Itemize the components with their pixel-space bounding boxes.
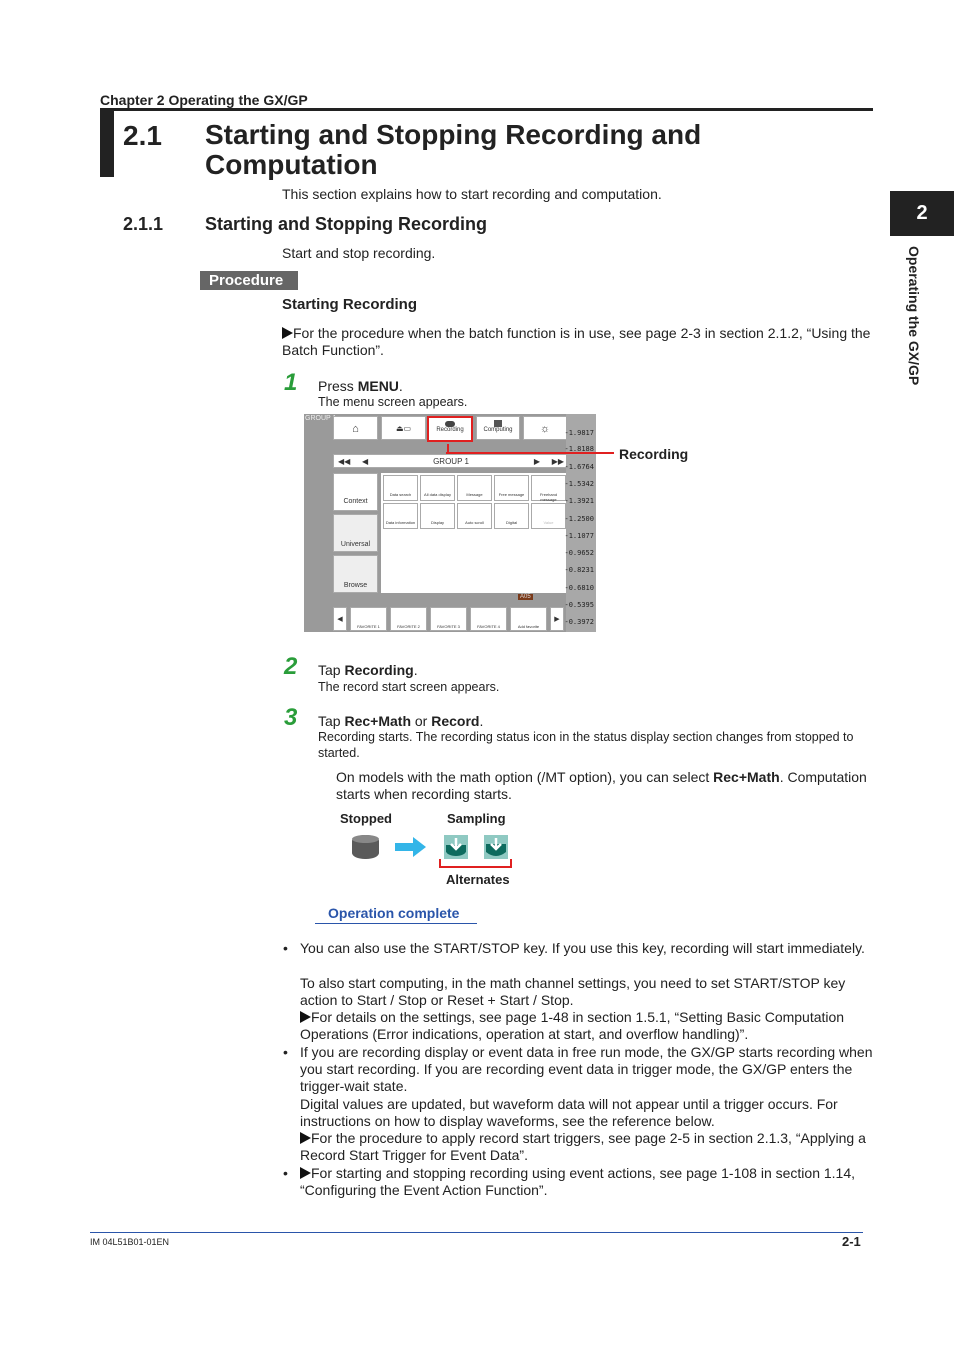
step-description: The menu screen appears. [318,395,468,409]
reference-arrow-icon [282,327,293,339]
subsection-number: 2.1.1 [123,214,164,234]
step-instruction: Tap Rec+Math or Record. [318,713,484,729]
callout-recording: Recording [619,446,689,462]
tab-universal[interactable]: Universal [333,514,378,552]
data-information-button[interactable]: Data information [383,503,418,529]
first-icon[interactable]: ◀◀ [338,455,350,468]
sampling-icon [444,835,468,859]
note-free-run: If you are recording display or event da… [300,1044,873,1094]
step-instruction: Tap Recording. [318,662,418,678]
tab-browse[interactable]: Browse [333,555,378,593]
arrow-right-icon [395,837,426,857]
all-data-display-button[interactable]: All data display [420,475,455,501]
alarm-badge: A05 [518,594,533,600]
footer-divider [90,1232,863,1233]
step-instruction: Press MENU. [318,378,403,394]
reference-arrow-icon [300,1167,311,1179]
procedure-heading: Starting Recording [282,296,418,313]
value-scale: -1.9817 -1.8188 -1.6764 -1.5342 -1.3921 … [564,414,596,632]
operation-complete: Operation complete [315,905,477,924]
step-description: The record start screen appears. [318,680,500,694]
freehand-message-button[interactable]: Freehand message [531,475,566,502]
section-title: Starting and Stopping Recording and Comp… [205,119,702,180]
fav-prev-icon[interactable]: ◀ [333,607,347,631]
computing-button[interactable]: Computing [476,416,520,440]
menu-screenshot: GROUP 1 ⌂ ⏏▭ Recording Computing ☼ ✕ ◀◀◀… [304,414,596,632]
favorite-1[interactable]: FAVORITE 1 [350,607,387,631]
tab-context[interactable]: Context [333,473,378,511]
favorite-4[interactable]: FAVORITE 4 [470,607,507,631]
stopped-label: Stopped [340,811,392,826]
page-number: 2-1 [842,1234,861,1249]
step-number: 3 [284,704,298,731]
prev-icon[interactable]: ◀ [362,455,368,468]
chapter-tab: 2 [890,191,954,236]
recording-button[interactable]: Recording [427,416,473,442]
reference-arrow-icon [300,1011,311,1023]
favorite-2[interactable]: FAVORITE 2 [390,607,427,631]
subsection-intro: Start and stop recording. [282,245,436,261]
message-button[interactable]: Message [457,475,492,501]
data-search-button[interactable]: Data search [383,475,418,501]
sampling-label: Sampling [447,811,506,826]
sampling-icon-alt [484,835,508,859]
reference-arrow-icon [300,1132,311,1144]
free-message-button[interactable]: Free message [494,475,529,501]
light-button[interactable]: ☼ [523,416,567,440]
stopped-icon [352,835,379,859]
favorite-3[interactable]: FAVORITE 3 [430,607,467,631]
math-note: On models with the math option (/MT opti… [336,769,867,802]
digital-button[interactable]: Digital [494,503,529,529]
procedure-label: Procedure [200,271,298,290]
next-icon[interactable]: ▶ [534,455,540,468]
step-description: Recording starts. The recording status i… [318,730,854,760]
note-ref-3: For starting and stopping recording usin… [300,1165,856,1198]
add-favorite[interactable]: Add favorite [510,607,547,631]
section-intro: This section explains how to start recor… [282,186,662,202]
alternates-label: Alternates [446,872,510,887]
callout-line [446,452,614,454]
display-button[interactable]: Display [420,503,455,529]
value-button[interactable]: Value [531,503,566,529]
chapter-tab-label: Operating the GX/GP [906,246,922,386]
section-number: 2.1 [123,120,162,151]
alternates-bracket [439,859,512,868]
chapter-header: Chapter 2 Operating the GX/GP [100,92,308,108]
batch-reference: For the procedure when the batch functio… [282,325,871,358]
group-nav: ◀◀ ◀ GROUP 1 ▶ ▶▶ [333,454,569,468]
divider [100,108,873,111]
home-button[interactable]: ⌂ [333,416,378,440]
last-icon[interactable]: ▶▶ [552,455,564,468]
fav-next-icon[interactable]: ▶ [550,607,564,631]
subsection-title: Starting and Stopping Recording [205,214,487,234]
step-number: 1 [284,369,298,396]
auto-scroll-button[interactable]: Auto scroll [457,503,492,529]
note-ref-2: For the procedure to apply record start … [300,1130,866,1163]
note-digital: Digital values are updated, but waveform… [300,1096,838,1129]
doc-id: IM 04L51B01-01EN [90,1237,170,1247]
note-ref-1: For details on the settings, see page 1-… [300,1009,845,1042]
note-start-stop-key: You can also use the START/STOP key. If … [300,940,865,956]
eject-button[interactable]: ⏏▭ [381,416,426,440]
menu-grid: Data search All data display Message Fre… [381,473,569,593]
note-math-setting: To also start computing, in the math cha… [300,975,846,1008]
step-number: 2 [284,653,298,680]
section-bar [100,111,114,177]
